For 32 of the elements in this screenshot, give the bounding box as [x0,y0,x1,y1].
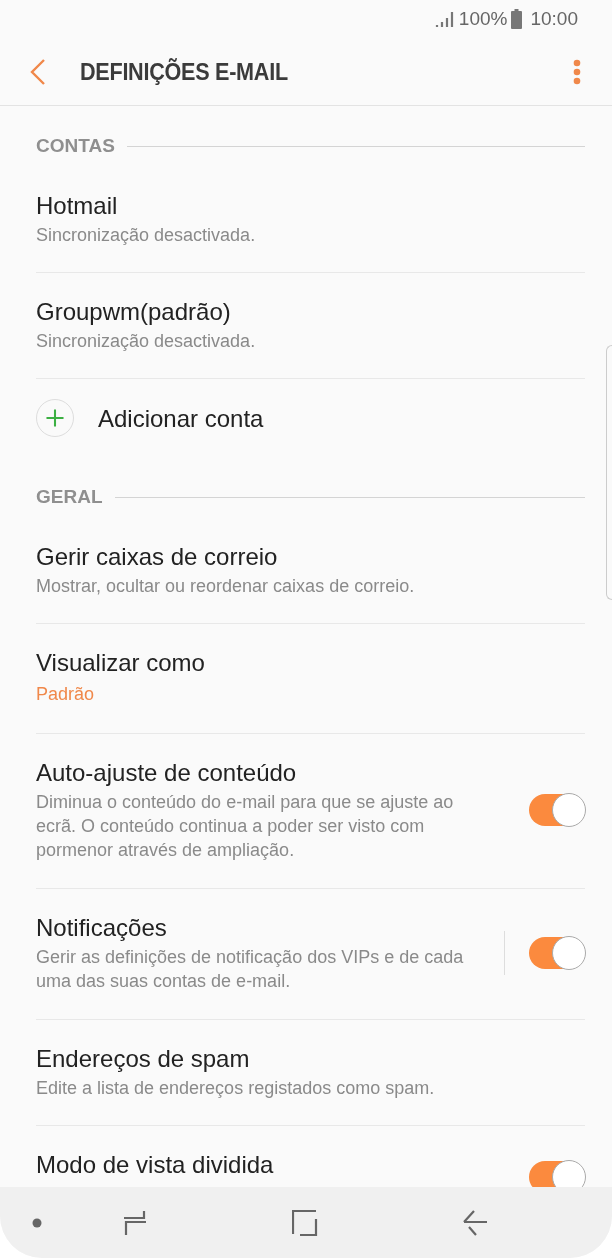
setting-title[interactable]: Notificações [36,911,484,943]
more-options-icon[interactable] [572,58,582,85]
back-icon[interactable] [30,58,46,85]
toggle-switch[interactable] [529,793,585,826]
setting-description: Mostrar, ocultar ou reordenar caixas de correio. [36,575,416,599]
toggle-switch[interactable] [529,1161,585,1187]
back-icon[interactable] [462,1209,488,1236]
setting-description: Sincronização desactivada. [36,330,257,354]
signal-icon [434,10,455,28]
dot-icon [32,1217,42,1228]
setting-title[interactable]: Adicionar conta [98,402,585,435]
recent-apps-icon[interactable] [122,1208,148,1237]
section-header: GERAL [36,485,103,510]
setting-description: Diminua o conteúdo do e-mail para que se ajuste ao ecrã. O conteúdo continua a poder ser visto com pormenor através de ampliação. [36,790,454,863]
screen-title: DEFINIÇÕES E-MAIL [80,56,288,87]
setting-value: Padrão [36,682,96,706]
home-icon[interactable] [292,1209,318,1236]
battery-icon [511,9,523,29]
setting-title[interactable]: Modo de vista dividida [36,1149,454,1181]
setting-title[interactable]: Visualizar como [36,647,585,679]
clock: 10:00 [530,6,578,31]
setting-title[interactable]: Gerir caixas de correio [36,540,585,573]
battery-percentage: 100% [458,6,508,31]
setting-title[interactable]: Auto-ajuste de conteúdo [36,756,454,788]
setting-title[interactable]: Groupwm(padrão) [36,296,585,328]
setting-title[interactable]: Endereços de spam [36,1042,585,1074]
setting-description: Edite a lista de endereços registados como spam. [36,1076,436,1100]
setting-title[interactable]: Hotmail [36,189,585,221]
setting-description: Sincronização desactivada. [36,223,257,247]
section-header: CONTAS [36,134,115,158]
toggle-switch[interactable] [529,936,585,969]
setting-description: Gerir as definições de notificação dos VIPs e de cada uma das suas contas de e-mail. [36,945,465,994]
